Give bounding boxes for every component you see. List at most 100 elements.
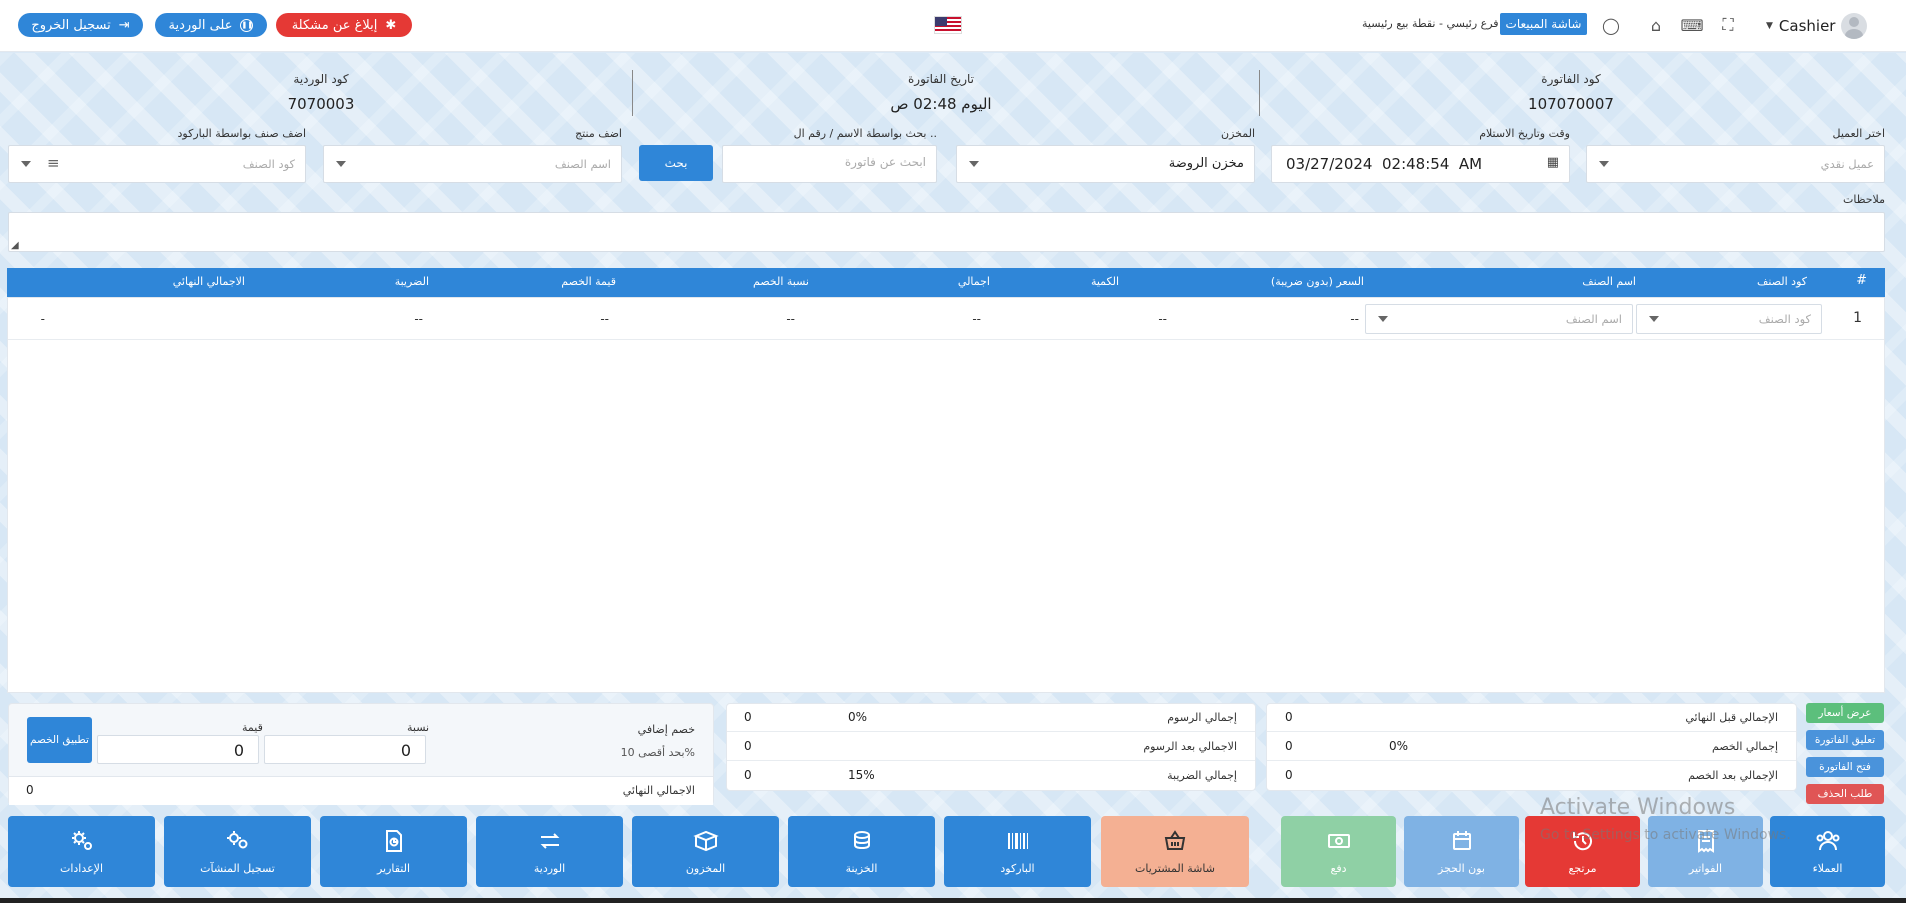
totals-panel: الإجمالي قبل النهائي 0 إجمالي الخصم 0% 0… — [1266, 703, 1797, 791]
summary-label: إجمالي الرسوم — [1167, 711, 1237, 724]
summary-extra: 0% — [848, 710, 868, 724]
row-item-code-select[interactable]: كود الصنف — [1636, 304, 1822, 334]
receipt-time-label: وقت وتاريخ الاستلام — [1479, 127, 1570, 140]
inventory-button[interactable]: المخزون — [632, 816, 779, 887]
barcode-icon — [1007, 833, 1028, 849]
sales-screen-button[interactable]: شاشة المبيعات — [1500, 13, 1587, 35]
inventory-label: المخزون — [685, 862, 726, 875]
home-icon[interactable]: ⌂ — [1645, 14, 1667, 36]
product-select[interactable]: اسم الصنف — [323, 145, 622, 183]
menu-icon[interactable]: ≡ — [47, 154, 60, 172]
settings-button[interactable]: الإعدادات — [8, 816, 155, 887]
items-table-body: 1 كود الصنف اسم الصنف -- -- -- -- -- -- … — [7, 297, 1885, 693]
gears-icon — [226, 831, 247, 849]
calendar-icon[interactable]: ▦ — [1547, 155, 1559, 170]
row-price: -- — [1350, 312, 1359, 326]
product-placeholder: اسم الصنف — [554, 157, 611, 171]
invoice-date-label: تاريخ الفاتورة — [907, 72, 975, 86]
summary-row: إجمالي الخصم 0% 0 — [1267, 733, 1796, 761]
summary-label: إجمالي الضريبة — [1167, 769, 1237, 782]
us-flag-icon[interactable] — [934, 16, 962, 34]
barcode-button[interactable]: الباركود — [944, 816, 1091, 887]
returns-label: مرتجع — [1568, 862, 1597, 875]
final-total-row: الاجمالي النهائي 0 — [9, 777, 713, 805]
row-final-total: - — [40, 312, 45, 326]
basket-icon — [1164, 830, 1186, 850]
summary-extra: 0% — [1389, 739, 1409, 753]
customers-label: العملاء — [1812, 862, 1843, 875]
summary-label: الاجمالي بعد الرسوم — [1143, 740, 1237, 753]
notes-label: ملاحظات — [1843, 193, 1885, 206]
invoice-search-input[interactable]: ابحث عن فاتورة — [722, 145, 937, 183]
resize-handle-icon[interactable]: ◢ — [11, 240, 19, 251]
notes-textarea[interactable]: ◢ — [8, 212, 1885, 252]
pause-icon: ❚❚ — [240, 18, 254, 32]
chevron-down-icon — [21, 161, 31, 167]
receipt-datetime-input[interactable]: 03/27/2024 02:48:54 AM ▦ — [1271, 145, 1570, 183]
shift-status-button[interactable]: على الوردية ❚❚ — [155, 13, 267, 37]
purchases-screen-label: شاشة المشتريات — [1135, 862, 1215, 875]
logout-button[interactable]: تسجيل الخروج ⇥ — [18, 13, 143, 37]
row-index: 1 — [1853, 310, 1862, 326]
chevron-down-icon: ▼ — [1766, 21, 1773, 31]
invoice-code-label: كود الفاتورة — [1541, 72, 1601, 86]
divider — [632, 70, 633, 116]
sales-screen-label: شاشة المبيعات — [1505, 17, 1582, 31]
bug-icon: ✱ — [385, 17, 397, 33]
invoice-code-value: 107070007 — [1528, 95, 1614, 113]
discount-title: خصم إضافي — [637, 723, 695, 736]
summary-row: الإجمالي بعد الخصم 0 — [1267, 762, 1796, 790]
row-item-name-select[interactable]: اسم الصنف — [1365, 304, 1633, 334]
store-select[interactable]: مخزن الروضة — [956, 145, 1255, 183]
open-invoice-button[interactable]: فتح الفاتورة — [1806, 757, 1884, 777]
summary-value: 0 — [744, 768, 752, 782]
discount-value-input[interactable]: 0 — [97, 735, 259, 764]
col-quantity: الكمية — [1090, 275, 1119, 288]
apply-discount-button[interactable]: تطبيق الخصم — [27, 717, 92, 763]
search-label: بحث بواسطة الاسم / رقم ال .. — [793, 127, 937, 140]
chevron-down-icon — [1649, 316, 1659, 322]
price-quote-button[interactable]: عرض أسعار — [1806, 703, 1884, 723]
facilities-button[interactable]: تسجيل المنشآت — [164, 816, 311, 887]
col-item-code: كود الصنف — [1757, 275, 1807, 288]
customer-select[interactable]: عميل نقدي — [1586, 145, 1885, 183]
apply-discount-label: تطبيق الخصم — [30, 734, 89, 746]
summary-label: الإجمالي قبل النهائي — [1685, 711, 1778, 724]
suspend-invoice-button[interactable]: تعليق الفاتورة — [1806, 730, 1884, 750]
discount-pct-input[interactable]: 0 — [264, 735, 426, 764]
row-total: -- — [972, 312, 981, 326]
barcode-label: اضف صنف بواسطة الباركود — [177, 127, 306, 140]
fullscreen-icon[interactable]: ⛶ — [1717, 14, 1739, 36]
shift-button[interactable]: الوردية — [476, 816, 623, 887]
invoices-label: الفواتير — [1688, 862, 1723, 875]
user-menu[interactable]: ▼ Cashier — [1766, 13, 1868, 39]
pay-button[interactable]: دفع — [1281, 816, 1396, 887]
treasury-button[interactable]: الخزينة — [788, 816, 935, 887]
barcode-select[interactable]: كود الصنف ≡ — [8, 145, 306, 183]
report-icon — [385, 830, 402, 852]
search-button[interactable]: بحث — [639, 145, 713, 181]
table-row: 1 كود الصنف اسم الصنف -- -- -- -- -- -- … — [8, 298, 1884, 340]
summary-value: 0 — [744, 710, 752, 724]
col-price: السعر (بدون ضريبة) — [1270, 275, 1364, 288]
reports-button[interactable]: التقارير — [320, 816, 467, 887]
taskbar-edge — [0, 898, 1906, 903]
discount-pct-label: نسبة — [407, 721, 430, 734]
chevron-down-icon — [1599, 161, 1609, 167]
discount-value-value: 0 — [233, 741, 244, 760]
delete-request-label: طلب الحذف — [1817, 788, 1873, 800]
chat-icon[interactable]: ◯ — [1600, 14, 1622, 36]
barcode-placeholder: كود الصنف — [242, 157, 295, 171]
treasury-label: الخزينة — [845, 862, 878, 875]
reservation-button[interactable]: بون الحجز — [1404, 816, 1519, 887]
report-issue-label: إبلاغ عن مشكلة — [291, 17, 378, 33]
row-quantity: -- — [1158, 312, 1167, 326]
purchases-screen-button[interactable]: شاشة المشتريات — [1101, 816, 1249, 887]
delete-request-button[interactable]: طلب الحذف — [1806, 784, 1884, 804]
row-item-name-placeholder: اسم الصنف — [1565, 312, 1622, 326]
report-issue-button[interactable]: إبلاغ عن مشكلة ✱ — [276, 13, 412, 37]
invoice-search-placeholder: ابحث عن فاتورة — [844, 155, 926, 169]
switch-icon — [540, 833, 559, 849]
keyboard-icon[interactable]: ⌨ — [1680, 14, 1703, 36]
col-discount-pct: نسبة الخصم — [753, 275, 809, 288]
